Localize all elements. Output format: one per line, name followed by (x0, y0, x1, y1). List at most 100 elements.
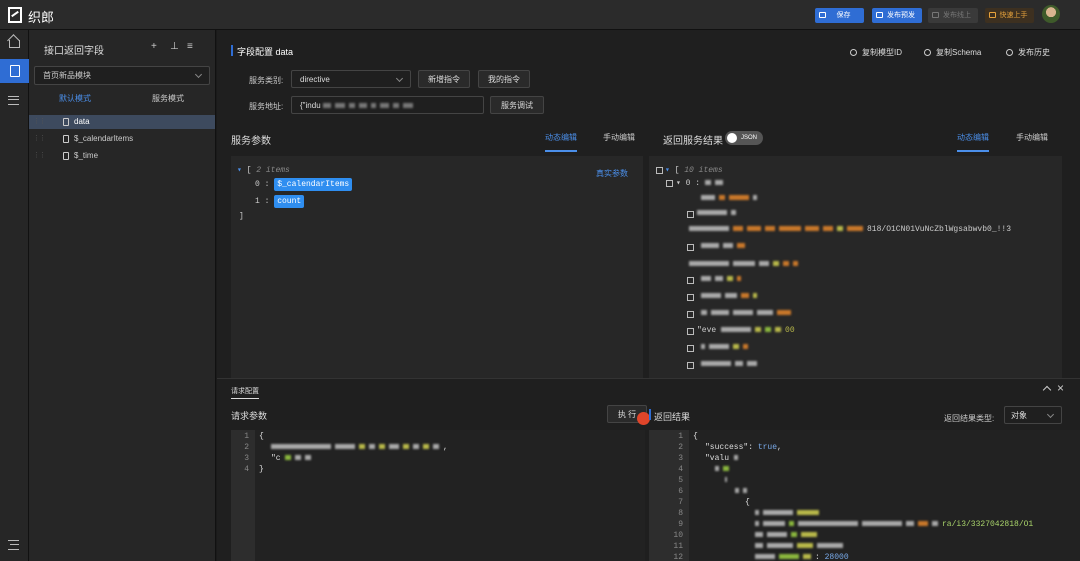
history-icon (1006, 49, 1013, 56)
drag-handle-icon[interactable]: ⋮⋮ (33, 115, 46, 129)
my-commands-button[interactable]: 我的指令 (478, 70, 530, 88)
tab-request-config[interactable]: 请求配置 (231, 386, 259, 399)
module-select-value: 首页新品模块 (43, 71, 91, 80)
drag-handle-icon[interactable]: ⋮⋮ (33, 149, 46, 163)
code-line-blurred: , (271, 443, 448, 452)
code-line-blurred (735, 487, 751, 496)
line-number: 3 (678, 454, 683, 463)
code-line: "c (271, 454, 315, 463)
checkbox[interactable] (687, 211, 694, 218)
app-name: 织郎 (28, 10, 55, 25)
sidebar: 接口返回字段 + ⊥ ≡ 首页新品模块 默认模式 服务模式 ⋮⋮ data ⋮⋮ $… (29, 30, 216, 561)
result-line-blurred (701, 242, 749, 251)
line-number: 11 (673, 542, 683, 551)
publish-online-button[interactable]: 发布线上 (928, 8, 978, 23)
checkbox[interactable] (687, 362, 694, 369)
result-eve-line: "eve 00 (697, 326, 795, 335)
title-accent-bar (231, 45, 233, 56)
result-number: 00 (785, 326, 795, 335)
code-line: { (259, 432, 264, 441)
home-icon[interactable] (7, 35, 21, 49)
request-params-code-editor[interactable]: 1 2 3 4 { , "c } (231, 430, 645, 561)
tab-service-mode[interactable]: 服务模式 (152, 93, 184, 104)
publish-pre-button[interactable]: 发布预发 (872, 8, 922, 23)
header: 织郎 保存 发布预发 发布线上 快速上手 (0, 0, 1080, 30)
code-line: } (259, 465, 264, 474)
checkbox[interactable] (687, 311, 694, 318)
publish-history-button[interactable]: 发布历史 (1006, 47, 1050, 58)
result-line-blurred (697, 209, 740, 218)
caret-down-icon[interactable]: ▾ (237, 166, 242, 175)
price-number: 28000 (824, 553, 849, 561)
line-number: 4 (244, 465, 249, 474)
menu-icon[interactable] (7, 538, 21, 552)
module-select[interactable]: 首页新品模块 (34, 66, 210, 85)
checkbox[interactable] (687, 345, 694, 352)
copy-schema-button[interactable]: 复制Schema (924, 47, 981, 58)
service-params-json-editor[interactable]: ▾ [ 2 items 0 : $_calendarItems 1 : coun… (231, 156, 643, 378)
request-params-title: 请求参数 (231, 411, 268, 421)
new-command-button[interactable]: 新增指令 (418, 70, 470, 88)
copy-model-id-button[interactable]: 复制模型ID (850, 47, 902, 58)
service-debug-button[interactable]: 服务调试 (490, 96, 544, 114)
service-address-input[interactable]: {"indu (291, 96, 484, 114)
checkbox[interactable] (687, 277, 694, 284)
result-type-select[interactable]: 对象 (1004, 406, 1062, 424)
checkbox[interactable] (687, 328, 694, 335)
code-line: { (745, 498, 750, 507)
line-number: 12 (673, 553, 683, 561)
json-toggle[interactable]: JSON (725, 131, 763, 145)
tab-result-dynamic-edit[interactable]: 动态编辑 (957, 132, 989, 152)
plus-icon[interactable]: + (151, 41, 157, 52)
tab-result-manual-edit[interactable]: 手动编辑 (1016, 132, 1048, 143)
page-title: 字段配置 data (237, 47, 294, 57)
line-number: 1 (678, 432, 683, 441)
real-params-link[interactable]: 真实参数 (596, 168, 628, 179)
tab-params-dynamic-edit[interactable]: 动态编辑 (545, 132, 577, 152)
checkbox[interactable] (687, 294, 694, 301)
tree-item-label: $_calendarItems (74, 134, 134, 143)
service-address-label: 服务地址: (249, 102, 284, 111)
result-url-tail: 818/O1CN01VuNcZblWgsabwvb0_!!3 (867, 225, 1012, 234)
cloud-icon (932, 12, 939, 18)
result-title: 返回结果 (654, 412, 691, 422)
chevron-up-icon[interactable] (1042, 385, 1052, 395)
list-icon[interactable] (7, 94, 21, 108)
service-type-select[interactable]: directive (291, 70, 411, 88)
logo-icon (8, 7, 22, 23)
service-type-value: directive (300, 75, 330, 84)
result-count: 10 items (684, 166, 723, 175)
document-icon[interactable] (0, 59, 29, 83)
params-count: 2 items (256, 166, 290, 175)
checkbox[interactable] (687, 244, 694, 251)
line-number: 6 (678, 487, 683, 496)
save-button[interactable]: 保存 (815, 8, 864, 23)
file-icon (63, 118, 69, 126)
download-icon[interactable]: ⊥ (170, 41, 179, 52)
avatar[interactable] (1042, 5, 1060, 23)
checkbox[interactable] (666, 180, 673, 187)
code-line: "success": true, (705, 443, 782, 452)
result-line-blurred (701, 194, 761, 203)
result-type-value: 对象 (1011, 411, 1027, 420)
tree-item-data[interactable]: ⋮⋮ data (29, 115, 215, 129)
tab-params-manual-edit[interactable]: 手动编辑 (603, 132, 635, 143)
chevron-down-icon (395, 74, 404, 83)
sort-icon[interactable]: ≡ (187, 41, 193, 52)
checkbox[interactable] (656, 167, 663, 174)
publish-online-label: 发布线上 (943, 12, 971, 19)
quick-start-button[interactable]: 快速上手 (985, 8, 1034, 23)
code-line: : 28000 (755, 553, 849, 561)
service-result-json-view[interactable]: ▾ [ 10 items ▾ 0 : 818/O1CN01VuNcZblWgsa… (649, 156, 1062, 378)
drag-handle-icon[interactable]: ⋮⋮ (33, 132, 46, 146)
tree-item-calendar-items[interactable]: ⋮⋮ $_calendarItems (29, 132, 215, 146)
tree-item-time[interactable]: ⋮⋮ $_time (29, 149, 215, 163)
param-value-1[interactable]: count (274, 195, 305, 208)
result-code-view[interactable]: 1 2 3 4 5 6 7 8 9 10 11 12 { "success": … (649, 430, 1080, 561)
param-value-0[interactable]: $_calendarItems (274, 178, 353, 191)
tab-default-mode[interactable]: 默认模式 (59, 93, 91, 104)
caret-down-icon[interactable]: ▾ (665, 166, 670, 175)
save-label: 保存 (836, 12, 851, 19)
close-icon[interactable]: × (1057, 381, 1064, 395)
result-line-blurred (689, 260, 802, 269)
